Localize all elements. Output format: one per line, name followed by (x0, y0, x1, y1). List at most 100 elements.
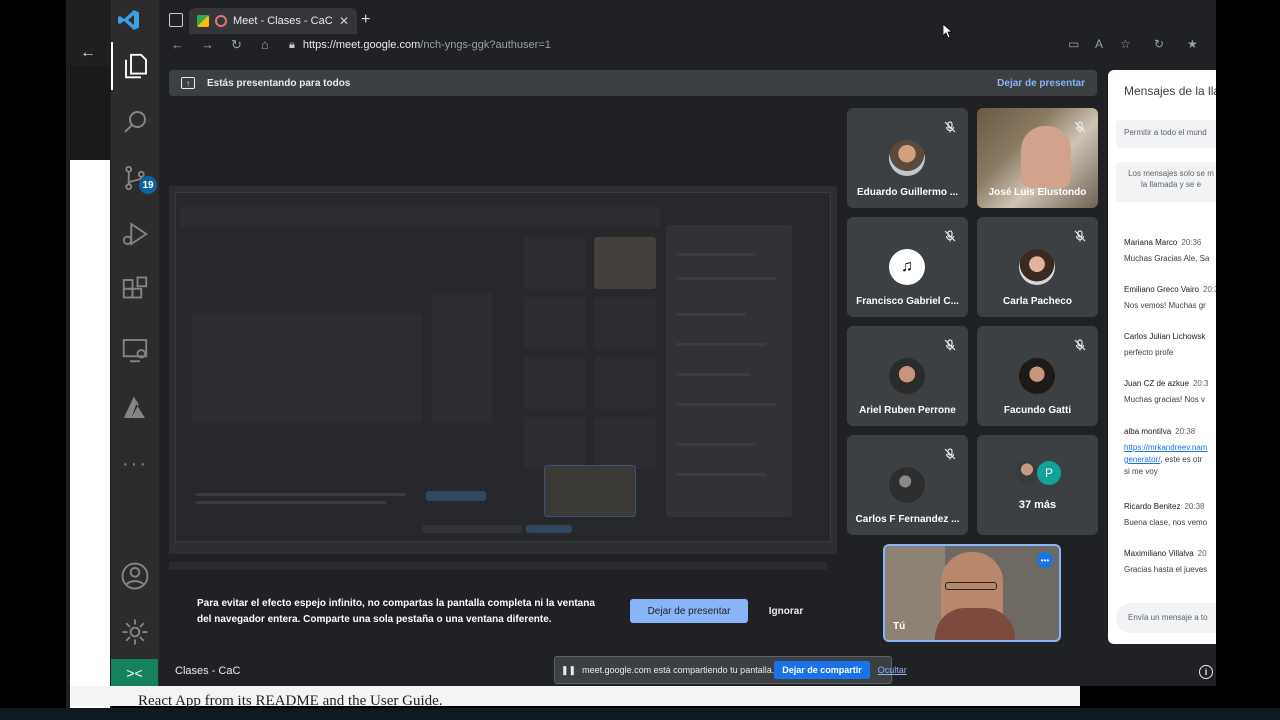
remote-indicator-button[interactable]: >< (111, 659, 158, 686)
hide-button[interactable]: Ocultar (878, 665, 907, 675)
more-avatars: P (1015, 461, 1065, 487)
search-icon[interactable] (111, 98, 159, 146)
mic-off-icon (944, 229, 956, 242)
message-text: Buena clase, nos vemo (1124, 518, 1208, 527)
avatar (1015, 461, 1039, 485)
vscode-activity-bar: 19 ··· (111, 0, 159, 686)
tab-bar: Meet - Clases - CaC ✕ + (159, 6, 1216, 34)
drag-handle-icon[interactable]: ❚❚ (561, 665, 576, 676)
message-time: 20:36 (1181, 238, 1202, 247)
taskbar (0, 708, 1280, 720)
source-control-icon[interactable]: 19 (111, 154, 159, 202)
tab-meet[interactable]: Meet - Clases - CaC ✕ (189, 8, 357, 34)
more-icon[interactable]: ··· (111, 440, 159, 488)
mic-off-icon (1074, 338, 1086, 351)
message-link[interactable]: generator/ (1124, 455, 1160, 464)
speaking-indicator-icon: ••• (1037, 552, 1053, 568)
vscode-logo-icon (117, 8, 143, 32)
meeting-name: Clases - CaC (175, 665, 241, 677)
url-host: https://meet.google.com (302, 39, 421, 51)
participant-tile[interactable]: Eduardo Guillermo ... (847, 108, 968, 208)
participant-tile[interactable]: ♫ Francisco Gabriel C... (847, 217, 968, 317)
screen-sharing-bar: ❚❚ meet.google.com está compartiendo tu … (554, 656, 907, 684)
add-favorite-icon[interactable]: ☆ (1120, 37, 1131, 51)
explorer-icon[interactable] (111, 42, 159, 90)
favorites-icon[interactable]: ★ (1187, 37, 1198, 51)
mouse-cursor-icon (942, 23, 954, 39)
participant-name: Carla Pacheco (1003, 296, 1072, 307)
message-sender: Mariana Marco (1124, 238, 1178, 247)
account-icon[interactable] (111, 552, 159, 600)
avatar-letter: P (1037, 461, 1061, 485)
recording-icon (215, 15, 227, 27)
shared-screen-mirror (175, 192, 831, 542)
remote-explorer-icon[interactable] (111, 326, 159, 374)
mic-off-icon (944, 447, 956, 460)
settings-icon[interactable] (111, 608, 159, 656)
meet-content: ↑ Estás presentando para todos Dejar de … (159, 62, 1216, 686)
message-sender: alba montilva (1124, 427, 1172, 436)
participant-tile[interactable]: Ariel Ruben Perrone (847, 326, 968, 426)
message-text: perfecto profe (1124, 348, 1174, 357)
present-icon: ↑ (181, 77, 195, 89)
chat-message: Maximiliano Villalva 20 Gracias hasta el … (1124, 549, 1216, 576)
chat-message: alba montilva 20:38 https://mrkandreev.na… (1124, 427, 1216, 478)
refresh-extension-icon[interactable]: ↻ (1154, 37, 1164, 51)
back-icon[interactable]: ← (171, 37, 184, 52)
mic-off-icon (944, 338, 956, 351)
chat-message: Carlos Julian Lichowsk perfecto profe (1124, 332, 1216, 359)
stop-sharing-button[interactable]: Dejar de compartir (774, 661, 870, 679)
participant-tile[interactable]: Facundo Gatti (977, 326, 1098, 426)
avatar (889, 358, 925, 394)
participant-tile[interactable]: Carlos F Fernandez ... (847, 435, 968, 535)
chat-message: Juan CZ de azkue 20:3 Muchas gracias! Nos… (1124, 379, 1216, 406)
forward-icon[interactable]: → (201, 37, 214, 52)
self-view-tile[interactable]: ••• Tú (883, 544, 1061, 642)
participant-tile[interactable]: Carla Pacheco (977, 217, 1098, 317)
message-sender: Ricardo Benitez (1124, 502, 1181, 511)
azure-icon[interactable] (111, 384, 159, 432)
run-debug-icon[interactable] (111, 210, 159, 258)
avatar (889, 140, 925, 176)
presenting-text: Estás presentando para todos (207, 77, 351, 89)
mic-off-icon (1074, 229, 1086, 242)
participant-name: Facundo Gatti (1003, 405, 1072, 416)
message-sender: Juan CZ de azkue (1124, 379, 1189, 388)
participant-name: José Luis Elustondo (988, 187, 1087, 198)
home-icon[interactable]: ⌂ (261, 37, 269, 52)
message-text: Muchas Gracias Ale, Sa (1124, 254, 1210, 263)
chat-notice-line: la llamada y se e (1140, 180, 1202, 189)
background-white-area (70, 160, 110, 708)
info-icon[interactable]: i (1199, 665, 1213, 679)
screen: ← React App from its README and the User… (0, 0, 1280, 720)
chat-input[interactable]: Envía un mensaje a to (1116, 603, 1216, 633)
back-arrow-icon[interactable]: ← (80, 44, 96, 62)
message-text: , este es otr (1160, 455, 1203, 464)
extensions-icon[interactable] (111, 266, 159, 314)
mic-off-icon (944, 120, 956, 133)
tab-actions-icon[interactable] (169, 13, 183, 27)
participant-tile[interactable]: José Luis Elustondo (977, 108, 1098, 208)
shared-screen-preview (169, 186, 837, 554)
ignore-button[interactable]: Ignorar (761, 599, 811, 623)
chat-message: Ricardo Benitez 20:38 Buena clase, nos ve… (1124, 502, 1216, 529)
close-tab-icon[interactable]: ✕ (339, 14, 349, 28)
more-participants-tile[interactable]: P 37 más (977, 435, 1098, 535)
read-aloud-icon[interactable]: A (1095, 37, 1103, 51)
camera-in-use-icon[interactable]: ▭ (1068, 37, 1079, 51)
shared-screen-taskbar (169, 562, 827, 570)
chat-message: Emiliano Greco Vairo 20:3 Nos vemos! Much… (1124, 285, 1216, 312)
stop-presenting-button[interactable]: Dejar de presentar (630, 599, 748, 623)
lock-icon[interactable]: 🔒︎ (289, 39, 295, 52)
participant-name: Francisco Gabriel C... (856, 296, 959, 307)
address-bar[interactable]: 🔒︎ https://meet.google.com/nch-yngs-ggk?… (289, 34, 1169, 56)
address-row: ← → ↻ ⌂ 🔒︎ https://meet.google.com/nch-y… (159, 34, 1216, 56)
reload-icon[interactable]: ↻ (231, 37, 242, 53)
chat-title: Mensajes de la lla (1124, 84, 1216, 98)
more-count: 37 más (1018, 499, 1057, 511)
background-dark-area (70, 66, 110, 160)
message-link[interactable]: https://mrkandreev.nam (1124, 442, 1216, 454)
new-tab-icon[interactable]: + (361, 11, 370, 29)
allow-all-chat-toggle[interactable]: Permitir a todo el mund (1116, 120, 1216, 148)
stop-presenting-link[interactable]: Dejar de presentar (997, 78, 1085, 89)
